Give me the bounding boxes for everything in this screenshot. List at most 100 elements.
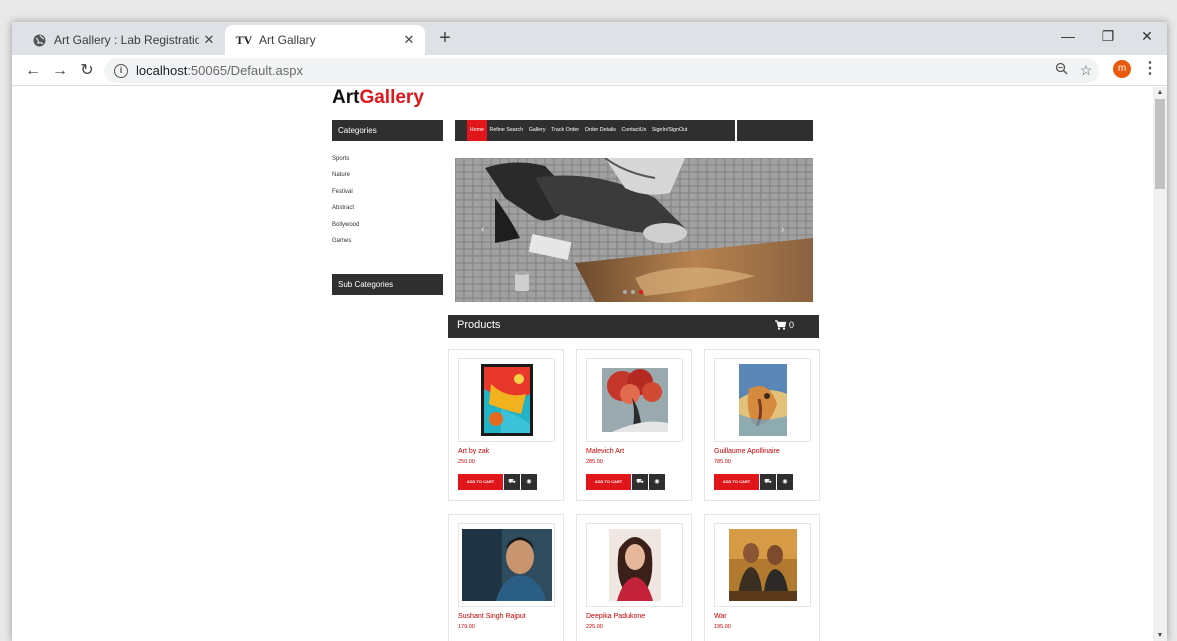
tab-lab-registration[interactable]: Art Gallery : Lab Registration ✕ — [20, 25, 225, 55]
tab-strip: Art Gallery : Lab Registration ✕ TV Art … — [12, 22, 1167, 55]
close-tab-icon[interactable]: ✕ — [399, 32, 419, 48]
view-eye-icon[interactable]: ◉ — [649, 474, 665, 490]
product-actions: ADD TO CART ⛟ ◉ — [714, 474, 793, 490]
movie-poster-image — [728, 529, 797, 601]
nav-contactus[interactable]: ContactUs — [619, 120, 649, 141]
new-tab-icon[interactable]: + — [433, 27, 457, 50]
page-viewport: ArtGallery Categories Sports Nature Fest… — [12, 87, 1167, 641]
category-item[interactable]: Sports — [332, 156, 359, 172]
info-icon[interactable]: i — [114, 63, 128, 78]
address-bar[interactable]: i localhost:50065/Default.aspx — [104, 58, 1099, 83]
scrollbar-thumb[interactable] — [1155, 99, 1165, 189]
product-card: Guillaume Apollinaire 785.00 ADD TO CART… — [704, 349, 820, 501]
forward-arrow-icon[interactable]: → — [49, 60, 71, 82]
tab-title: Art Gallery : Lab Registration — [54, 33, 199, 47]
tab-title: Art Gallary — [259, 33, 316, 47]
carousel-dot[interactable] — [631, 290, 635, 294]
scroll-up-icon[interactable]: ▲ — [1153, 89, 1167, 96]
product-image[interactable] — [586, 523, 683, 607]
zoom-icon[interactable] — [1050, 58, 1072, 83]
categories-heading: Categories — [332, 120, 443, 141]
cart-small-icon[interactable]: ⛟ — [504, 474, 520, 490]
cart-link[interactable]: 0 — [774, 320, 794, 330]
browser-window: Art Gallery : Lab Registration ✕ TV Art … — [12, 22, 1167, 641]
add-to-cart-button[interactable]: ADD TO CART — [458, 474, 503, 490]
product-card: Deepika Padukone 225.00 — [576, 514, 692, 641]
url-path: :50065/Default.aspx — [187, 63, 303, 78]
product-card: Malevich Art 285.00 ADD TO CART ⛟ ◉ — [576, 349, 692, 501]
add-to-cart-button[interactable]: ADD TO CART — [586, 474, 631, 490]
category-item[interactable]: Games — [332, 238, 359, 254]
product-name[interactable]: Deepika Padukone — [586, 613, 645, 620]
cart-icon — [774, 320, 786, 330]
menu-dots-icon[interactable]: ⋮ — [1142, 58, 1158, 78]
product-price: 195.00 — [714, 624, 731, 630]
add-to-cart-button[interactable]: ADD TO CART — [714, 474, 759, 490]
carousel-dot-active[interactable] — [639, 290, 643, 294]
category-item[interactable]: Nature — [332, 172, 359, 188]
products-header: Products 0 — [448, 315, 819, 338]
product-name[interactable]: Sushant Singh Rajput — [458, 613, 526, 620]
product-name[interactable]: Malevich Art — [586, 448, 624, 455]
back-arrow-icon[interactable]: ← — [22, 60, 44, 82]
hero-carousel[interactable]: ‹ › — [455, 158, 813, 302]
category-list: Sports Nature Festival Abstract Bollywoo… — [332, 156, 359, 254]
product-image[interactable] — [714, 523, 811, 607]
nav-home[interactable]: Home — [467, 120, 487, 141]
products-title: Products — [457, 319, 501, 331]
nav-gallery[interactable]: Gallery — [526, 120, 548, 141]
bookmark-star-icon[interactable]: ☆ — [1075, 58, 1097, 83]
url-host: localhost — [136, 63, 188, 78]
product-name[interactable]: Art by zak — [458, 448, 489, 455]
logo-part-art: Art — [332, 87, 360, 108]
product-price: 285.00 — [586, 459, 603, 465]
street-artist-image — [455, 158, 813, 302]
tree-painting-image — [601, 368, 668, 432]
product-image[interactable] — [714, 358, 811, 442]
nav-track-order[interactable]: Track Order — [548, 120, 582, 141]
product-price: 225.00 — [586, 624, 603, 630]
subcategories-heading: Sub Categories — [332, 274, 443, 295]
close-window-icon[interactable]: ✕ — [1127, 28, 1167, 45]
product-card: War 195.00 — [704, 514, 820, 641]
tv-favicon-icon: TV — [235, 32, 253, 47]
nav-extra-block — [737, 120, 813, 141]
category-item[interactable]: Abstract — [332, 205, 359, 221]
portrait-photo-image — [608, 529, 661, 601]
site-logo[interactable]: ArtGallery — [332, 87, 424, 109]
nav-order-details[interactable]: Order Details — [582, 120, 619, 141]
carousel-dot[interactable] — [623, 290, 627, 294]
product-image[interactable] — [586, 358, 683, 442]
product-card: Art by zak 250.00 ADD TO CART ⛟ ◉ — [448, 349, 564, 501]
close-tab-icon[interactable]: ✕ — [199, 32, 219, 48]
view-eye-icon[interactable]: ◉ — [521, 474, 537, 490]
product-name[interactable]: War — [714, 613, 727, 620]
carousel-indicators[interactable] — [623, 290, 643, 294]
restore-icon[interactable]: ❐ — [1088, 28, 1128, 45]
product-name[interactable]: Guillaume Apollinaire — [714, 448, 780, 455]
ganesha-painting-image — [738, 364, 787, 436]
logo-part-gallery: Gallery — [359, 87, 424, 108]
carousel-prev-icon[interactable]: ‹ — [481, 224, 484, 235]
minimize-icon[interactable]: — — [1048, 28, 1088, 44]
profile-avatar[interactable]: m — [1113, 60, 1131, 78]
nav-signin-signout[interactable]: SignIn/SignOut — [649, 120, 690, 141]
reload-icon[interactable]: ↻ — [76, 60, 98, 82]
tab-art-gallary[interactable]: TV Art Gallary ✕ — [225, 25, 425, 55]
product-image[interactable] — [458, 358, 555, 442]
carousel-next-icon[interactable]: › — [781, 224, 784, 235]
page-scrollbar[interactable]: ▲ ▼ — [1153, 87, 1167, 641]
cart-small-icon[interactable]: ⛟ — [760, 474, 776, 490]
product-price: 785.00 — [714, 459, 731, 465]
product-image[interactable] — [458, 523, 555, 607]
category-item[interactable]: Bollywood — [332, 222, 359, 238]
view-eye-icon[interactable]: ◉ — [777, 474, 793, 490]
scroll-down-icon[interactable]: ▼ — [1153, 632, 1167, 639]
product-price: 250.00 — [458, 459, 475, 465]
category-item[interactable]: Festival — [332, 189, 359, 205]
portrait-photo-image — [461, 529, 552, 601]
browser-toolbar: ← → ↻ i localhost:50065/Default.aspx ☆ — [12, 55, 1167, 86]
cart-small-icon[interactable]: ⛟ — [632, 474, 648, 490]
product-actions: ADD TO CART ⛟ ◉ — [458, 474, 537, 490]
nav-refine-search[interactable]: Refine Search — [487, 120, 526, 141]
